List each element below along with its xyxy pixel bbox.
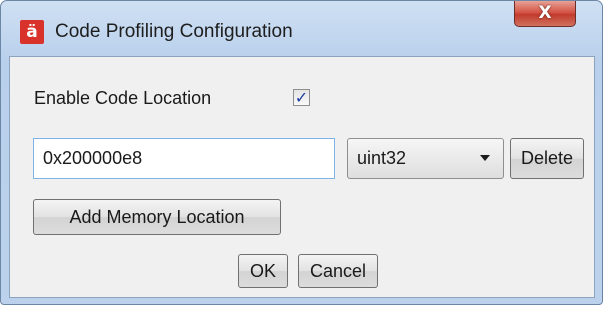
- app-icon: ä: [20, 20, 44, 44]
- data-type-dropdown[interactable]: uint32: [347, 138, 504, 179]
- data-type-selected: uint32: [357, 148, 407, 168]
- ok-button[interactable]: OK: [238, 254, 288, 288]
- dropdown-arrow-icon: [480, 155, 490, 161]
- dialog-content: Enable Code Location ✓ 0x200000e8 uint32…: [9, 56, 595, 298]
- close-icon: X: [538, 3, 552, 23]
- memory-address-input[interactable]: 0x200000e8: [33, 138, 335, 179]
- delete-button[interactable]: Delete: [510, 138, 584, 179]
- title-bar[interactable]: ä Code Profiling Configuration X: [1, 1, 602, 47]
- add-memory-location-button[interactable]: Add Memory Location: [33, 199, 281, 235]
- window-title: Code Profiling Configuration: [55, 21, 293, 42]
- dialog-window: ä Code Profiling Configuration X Enable …: [0, 0, 603, 305]
- enable-code-location-label: Enable Code Location: [34, 88, 212, 108]
- close-button[interactable]: X: [514, 1, 576, 27]
- enable-code-location-checkbox[interactable]: ✓: [293, 89, 310, 106]
- checkmark-icon: ✓: [294, 88, 309, 107]
- cancel-button[interactable]: Cancel: [298, 254, 378, 288]
